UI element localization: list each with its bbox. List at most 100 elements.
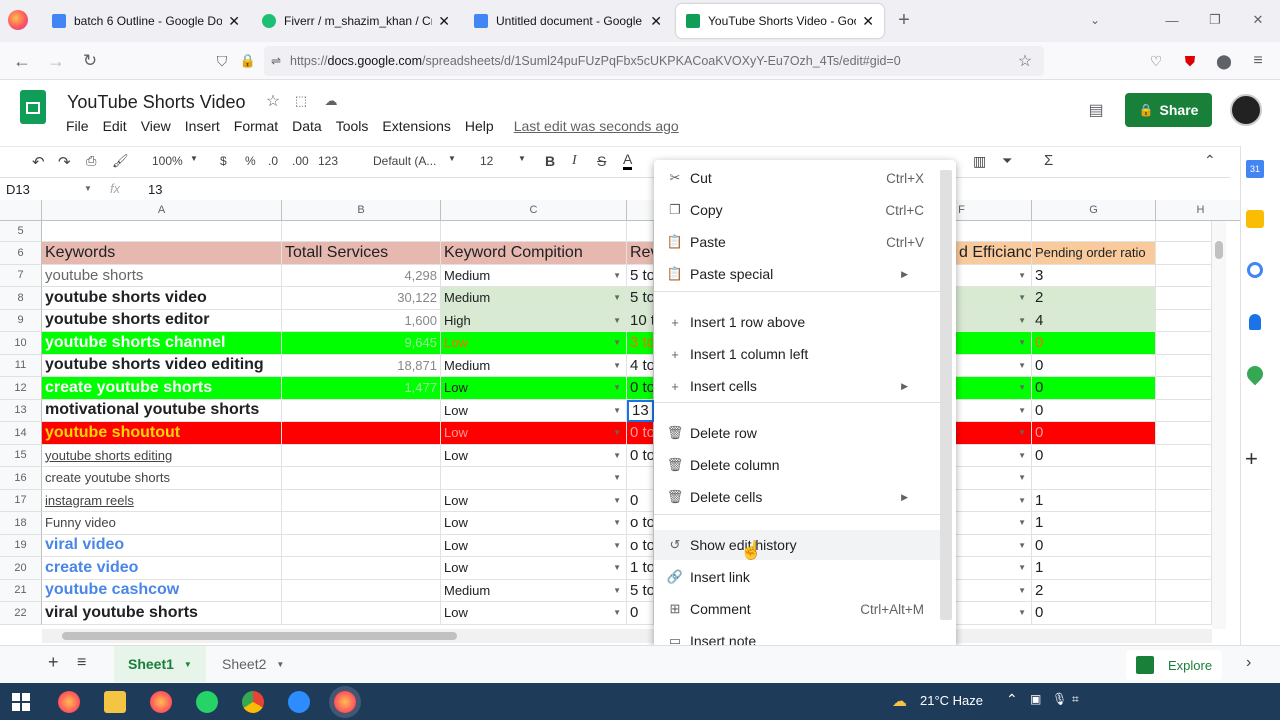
- dropdown-arrow-icon[interactable]: ▼: [1018, 586, 1026, 595]
- row-header[interactable]: 10: [0, 332, 42, 355]
- cell[interactable]: [282, 221, 441, 242]
- font-size-select[interactable]: 12: [480, 154, 493, 168]
- active-cell[interactable]: 13: [627, 399, 654, 422]
- forward-icon[interactable]: →: [46, 51, 66, 71]
- cell[interactable]: 1 to: [627, 557, 654, 580]
- row-header[interactable]: 14: [0, 422, 42, 445]
- filter-icon[interactable]: ⏷: [1002, 153, 1012, 169]
- cell[interactable]: [1156, 602, 1212, 625]
- cell[interactable]: [1156, 221, 1212, 242]
- menu-file[interactable]: File: [66, 118, 89, 134]
- select-all-corner[interactable]: [0, 200, 42, 221]
- close-tab-icon[interactable]: ✕: [650, 13, 662, 30]
- cell[interactable]: [282, 512, 441, 535]
- cell[interactable]: youtube shoutout: [42, 422, 282, 445]
- ublock-icon[interactable]: ⛊: [1180, 51, 1200, 71]
- cell[interactable]: ▼: [956, 467, 1032, 490]
- scrollbar-thumb[interactable]: [62, 632, 457, 640]
- context-menu-item[interactable]: 🗑 Delete row: [654, 418, 940, 448]
- weather-label[interactable]: 21°C Haze: [920, 693, 983, 708]
- column-header[interactable]: [627, 200, 657, 221]
- tab-batch-outline[interactable]: batch 6 Outline - Google Docs ✕: [42, 4, 250, 38]
- cell[interactable]: 10 t: [627, 309, 654, 332]
- cell[interactable]: [1156, 557, 1212, 580]
- cell[interactable]: youtube shorts editing: [42, 444, 282, 467]
- cell[interactable]: ▼: [441, 467, 627, 490]
- cell[interactable]: create youtube shorts: [42, 377, 282, 400]
- cell[interactable]: [282, 444, 441, 467]
- column-header[interactable]: H: [1156, 200, 1246, 221]
- cell[interactable]: viral youtube shorts: [42, 602, 282, 625]
- tab-fiverr[interactable]: Fiverr / m_shazim_khan / Create ✕: [252, 4, 460, 38]
- cell[interactable]: ▼: [956, 534, 1032, 557]
- row-header[interactable]: 5: [0, 221, 42, 242]
- more-formats-button[interactable]: 123: [318, 154, 338, 168]
- context-menu-item[interactable]: ↺ Show edit history: [654, 530, 940, 560]
- dropdown-arrow-icon[interactable]: ▼: [613, 428, 621, 437]
- scrollbar-thumb[interactable]: [1215, 241, 1223, 259]
- dropdown-arrow-icon[interactable]: ▼: [613, 586, 621, 595]
- cell[interactable]: Low ▼: [441, 444, 627, 467]
- cell[interactable]: 1: [1032, 512, 1156, 535]
- maps-icon[interactable]: [1243, 362, 1267, 386]
- tray-chevron-icon[interactable]: ⌃: [1006, 691, 1018, 708]
- dropdown-arrow-icon[interactable]: ▼: [1018, 316, 1026, 325]
- cell[interactable]: ▼: [956, 579, 1032, 602]
- cell[interactable]: 0 to: [627, 422, 654, 445]
- currency-button[interactable]: $: [220, 154, 227, 168]
- print-icon[interactable]: ⎙: [86, 153, 96, 169]
- cell[interactable]: youtube shorts video: [42, 287, 282, 310]
- cell[interactable]: ▼: [956, 557, 1032, 580]
- dropdown-arrow-icon[interactable]: ▼: [613, 338, 621, 347]
- context-menu-item[interactable]: ⊞ Comment Ctrl+Alt+M: [654, 594, 940, 624]
- dropdown-arrow-icon[interactable]: ▼: [613, 541, 621, 550]
- bold-button[interactable]: B: [545, 153, 555, 169]
- dropdown-arrow-icon[interactable]: ▼: [1018, 293, 1026, 302]
- share-button[interactable]: 🔒 Share: [1125, 93, 1212, 127]
- dropdown-arrow-icon[interactable]: ▼: [613, 451, 621, 460]
- dropdown-arrow-icon[interactable]: ▼: [1018, 608, 1026, 617]
- lock-icon[interactable]: 🔒: [238, 51, 258, 71]
- cell[interactable]: d Efficiancy: [956, 242, 1032, 265]
- pocket-icon[interactable]: ♡: [1146, 51, 1166, 71]
- cell[interactable]: instagram reels: [42, 489, 282, 512]
- cell[interactable]: 1,600: [282, 309, 441, 332]
- row-header[interactable]: 21: [0, 579, 42, 602]
- cell[interactable]: ▼: [956, 264, 1032, 287]
- bookmark-star-icon[interactable]: ☆: [1015, 51, 1035, 71]
- close-window-icon[interactable]: ✕: [1248, 10, 1268, 30]
- cell[interactable]: Low ▼: [441, 602, 627, 625]
- restore-icon[interactable]: ❐: [1205, 10, 1225, 30]
- cell[interactable]: [956, 221, 1032, 242]
- reload-icon[interactable]: ↻: [80, 51, 100, 71]
- zoom-icon[interactable]: [288, 691, 310, 713]
- cell[interactable]: [1156, 467, 1212, 490]
- cell[interactable]: [1156, 287, 1212, 310]
- star-icon[interactable]: ☆: [264, 92, 282, 110]
- cell[interactable]: 2: [1032, 287, 1156, 310]
- dropdown-arrow-icon[interactable]: ▼: [1018, 518, 1026, 527]
- cell[interactable]: Low ▼: [441, 557, 627, 580]
- strikethrough-button[interactable]: S: [597, 153, 606, 169]
- row-header[interactable]: 13: [0, 399, 42, 422]
- cell[interactable]: 0 to: [627, 444, 654, 467]
- dropdown-arrow-icon[interactable]: ▼: [613, 271, 621, 280]
- context-menu-item[interactable]: ✂ Cut Ctrl+X: [654, 163, 940, 193]
- cell[interactable]: [1156, 332, 1212, 355]
- dropdown-arrow-icon[interactable]: ▼: [1018, 563, 1026, 572]
- cell[interactable]: [42, 221, 282, 242]
- context-menu-item[interactable]: 📋 Paste special ▶: [654, 259, 940, 289]
- cell[interactable]: ▼: [956, 512, 1032, 535]
- cell[interactable]: Rev: [627, 242, 654, 265]
- cell[interactable]: [1156, 489, 1212, 512]
- explore-button[interactable]: Explore: [1126, 650, 1222, 680]
- cell[interactable]: [282, 579, 441, 602]
- cell[interactable]: ▼: [956, 399, 1032, 422]
- dropdown-arrow-icon[interactable]: ▼: [1018, 361, 1026, 370]
- functions-icon[interactable]: Σ: [1044, 152, 1053, 169]
- row-header[interactable]: 8: [0, 287, 42, 310]
- cell[interactable]: 30,122: [282, 287, 441, 310]
- menu-view[interactable]: View: [141, 118, 171, 134]
- text-color-button[interactable]: A: [623, 151, 633, 170]
- add-addon-icon[interactable]: +: [1245, 446, 1258, 472]
